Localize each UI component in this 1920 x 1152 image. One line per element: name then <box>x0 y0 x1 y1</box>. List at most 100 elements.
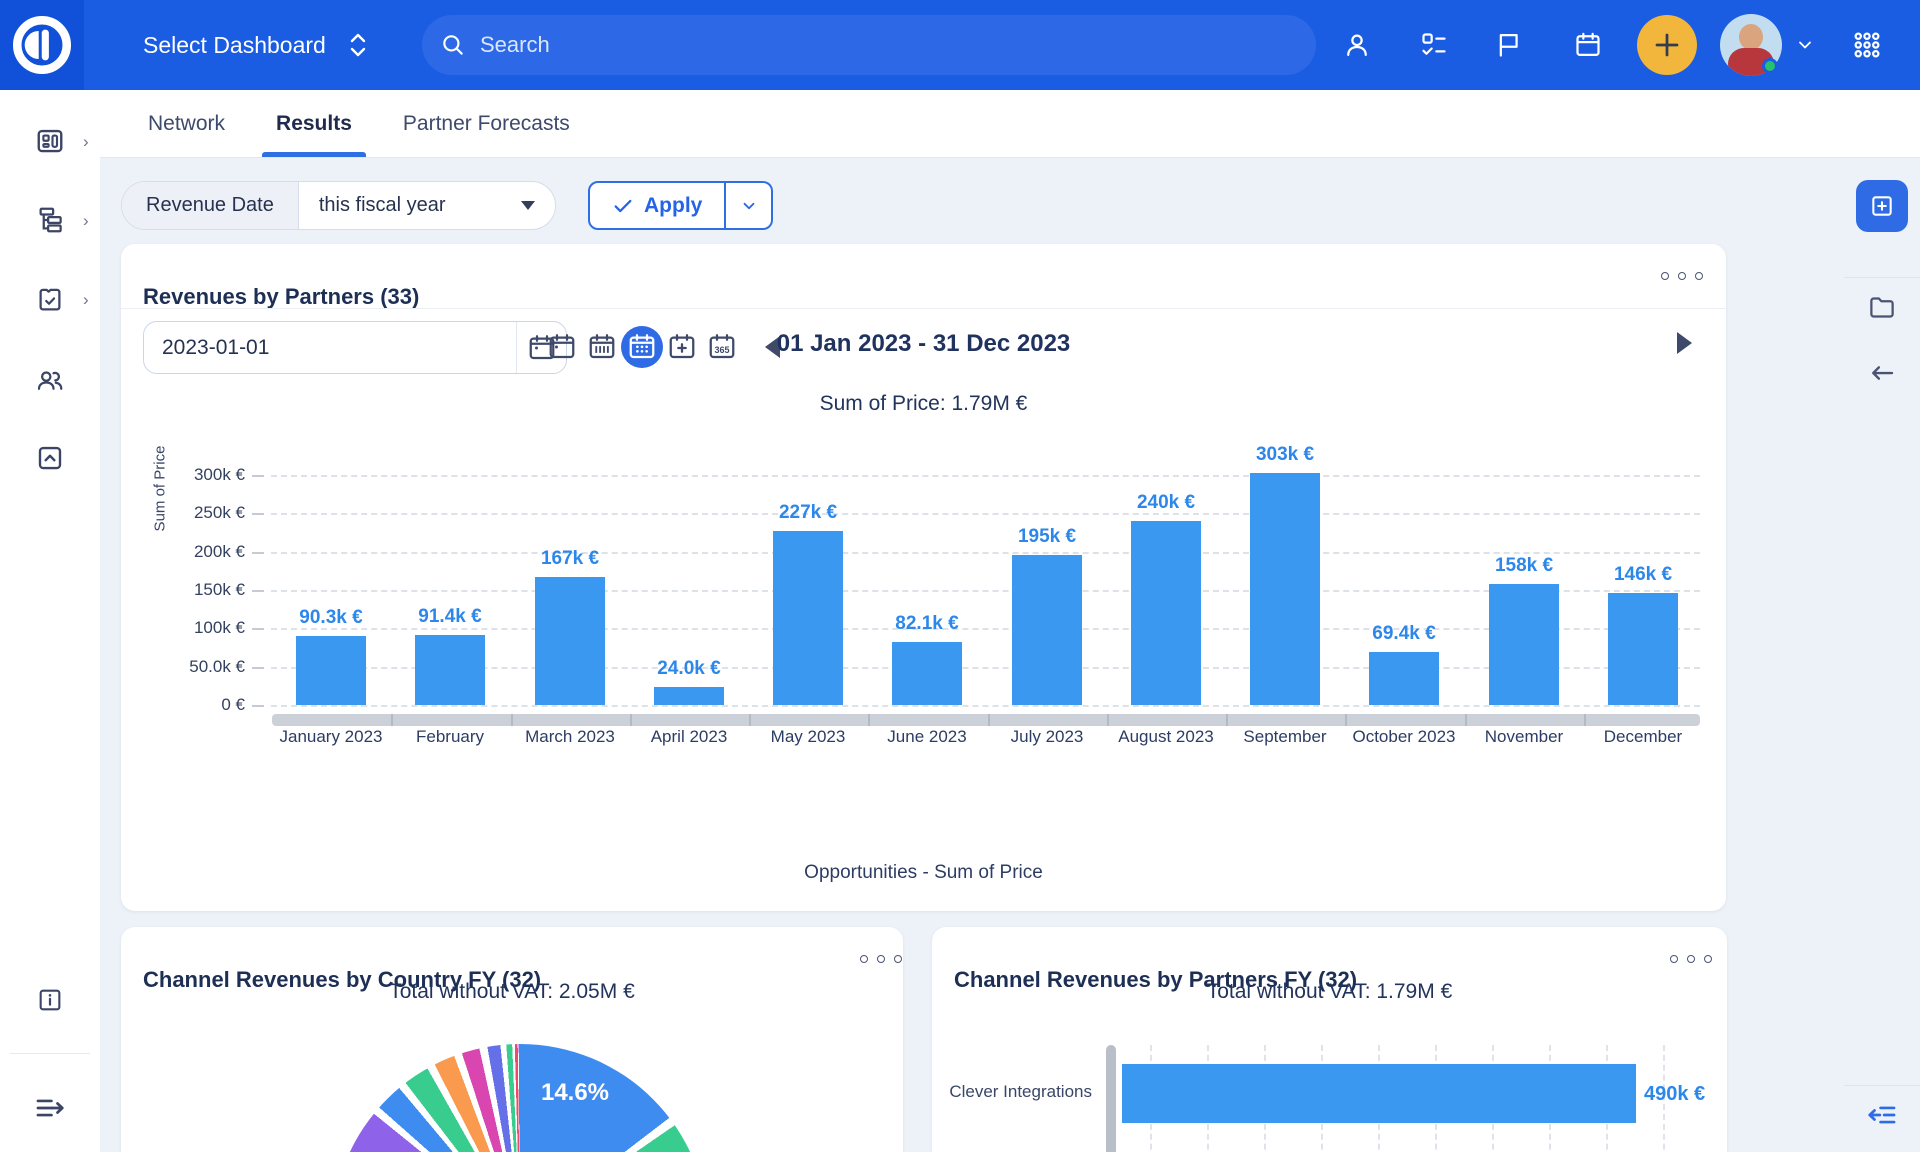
dashboard-selector[interactable]: Select Dashboard <box>143 0 368 90</box>
y-tick <box>252 590 264 592</box>
chevron-right-icon[interactable]: › <box>83 290 89 310</box>
y-tick <box>252 705 264 707</box>
bar-value-label: 82.1k € <box>857 613 997 635</box>
y-axis-title: Sum of Price <box>152 419 169 559</box>
gridline <box>271 667 1700 669</box>
sidebar-item-exports[interactable] <box>0 443 100 473</box>
app-logo[interactable] <box>0 0 84 90</box>
y-tick-label: 150k € <box>121 580 245 600</box>
chart-bar[interactable] <box>773 531 843 705</box>
apply-options-button[interactable] <box>726 181 773 230</box>
sidebar-item-partners[interactable] <box>0 365 100 395</box>
y-tick-label: 250k € <box>121 503 245 523</box>
y-tick-label: 300k € <box>121 465 245 485</box>
card-title: Revenues by Partners (33) <box>143 284 419 310</box>
y-tick-label: 0 € <box>121 695 245 715</box>
right-rail-divider <box>1844 277 1920 278</box>
chart-bar[interactable] <box>1012 555 1082 705</box>
bar-value-label: 24.0k € <box>619 658 759 680</box>
flags-button[interactable] <box>1489 25 1529 65</box>
add-widget-button[interactable] <box>1856 180 1908 232</box>
chart-footer-label: Opportunities - Sum of Price <box>121 862 1726 884</box>
chart-bar[interactable] <box>535 577 605 705</box>
contacts-button[interactable] <box>1337 25 1377 65</box>
x-axis-strip-divider <box>988 714 990 726</box>
x-tick-label: January 2023 <box>266 727 396 747</box>
collapse-panel-button[interactable] <box>1862 1095 1902 1135</box>
tasks-button[interactable] <box>1414 25 1454 65</box>
expand-sidebar-button[interactable] <box>0 1090 100 1126</box>
search-icon <box>440 32 466 58</box>
right-rail-divider <box>1844 1085 1920 1086</box>
chart-bar[interactable] <box>1608 593 1678 705</box>
hbar-category-label: Clever Integrations <box>932 1082 1092 1102</box>
card-menu-button[interactable] <box>1670 955 1712 963</box>
dashboard-folder-button[interactable] <box>1862 287 1902 327</box>
chevron-right-icon[interactable]: › <box>83 132 89 152</box>
chart-bar[interactable] <box>1489 584 1559 705</box>
chart-bar[interactable] <box>1250 473 1320 705</box>
chevron-right-icon[interactable]: › <box>83 211 89 231</box>
sidebar-item-info[interactable] <box>0 985 100 1015</box>
tab-network[interactable]: Network <box>142 90 231 157</box>
tab-partner-forecasts[interactable]: Partner Forecasts <box>397 90 576 157</box>
arrow-left-icon <box>1867 358 1897 388</box>
quick-add-button[interactable] <box>1637 15 1697 75</box>
chart-bar[interactable] <box>296 636 366 705</box>
chart-bar[interactable] <box>1369 652 1439 705</box>
y-tick <box>252 513 264 515</box>
card-header-divider <box>121 308 1726 309</box>
hbar-clever-integrations[interactable] <box>1122 1064 1636 1123</box>
x-tick-label: July 2023 <box>982 727 1112 747</box>
card-menu-button[interactable] <box>1661 272 1703 280</box>
channel-revenues-by-partners-card: Channel Revenues by Partners FY (32) Tot… <box>932 927 1727 1152</box>
back-button[interactable] <box>1862 353 1902 393</box>
x-axis-strip-divider <box>511 714 513 726</box>
pie-slice-label: 14.6% <box>515 1079 635 1107</box>
x-tick-label: March 2023 <box>505 727 635 747</box>
plus-square-icon <box>1869 193 1895 219</box>
x-axis-strip[interactable] <box>272 714 1700 726</box>
x-tick-label: June 2023 <box>862 727 992 747</box>
tab-results[interactable]: Results <box>270 90 358 157</box>
apply-button[interactable]: Apply <box>588 181 726 230</box>
search-input[interactable] <box>478 31 1316 59</box>
gridline <box>271 705 1700 707</box>
x-tick-label: May 2023 <box>743 727 873 747</box>
gridline <box>271 513 1700 515</box>
revenues-by-partners-card: Revenues by Partners (33) 2023-01-01 <box>121 244 1726 911</box>
filter-value-select[interactable]: this fiscal year <box>299 182 555 229</box>
plus-icon <box>1652 30 1682 60</box>
x-axis-strip-divider <box>749 714 751 726</box>
y-tick <box>252 552 264 554</box>
chart-scrollbar-thumb[interactable] <box>1106 1045 1116 1152</box>
flag-icon <box>1495 31 1523 59</box>
calendar-button[interactable] <box>1568 25 1608 65</box>
chart-bar[interactable] <box>892 642 962 705</box>
box-chevron-up-icon <box>35 443 65 473</box>
topbar: Select Dashboard <box>0 0 1920 90</box>
filter-field-label[interactable]: Revenue Date <box>122 182 299 229</box>
chart-bar[interactable] <box>415 635 485 705</box>
y-tick <box>252 475 264 477</box>
x-axis-strip-divider <box>1226 714 1228 726</box>
bar-value-label: 167k € <box>500 548 640 570</box>
x-axis-strip-divider <box>1345 714 1347 726</box>
dashboard-icon <box>35 126 65 156</box>
apps-grid-button[interactable] <box>1847 25 1887 65</box>
card-menu-button[interactable] <box>860 955 902 963</box>
y-tick-label: 200k € <box>121 542 245 562</box>
pie-total-label: Total without VAT: 2.05M € <box>121 980 903 1004</box>
chart-bar[interactable] <box>654 687 724 705</box>
bar-value-label: 69.4k € <box>1334 623 1474 645</box>
task-list-icon <box>1420 31 1448 59</box>
person-icon <box>1343 31 1371 59</box>
gridline <box>271 552 1700 554</box>
x-axis-strip-divider <box>868 714 870 726</box>
search-bar[interactable] <box>422 15 1316 75</box>
check-icon <box>612 195 634 217</box>
page-tabs: Network Results Partner Forecasts <box>100 90 1920 158</box>
profile-menu-chevron[interactable] <box>1788 25 1822 65</box>
chart-bar[interactable] <box>1131 521 1201 705</box>
caret-down-icon <box>521 201 535 210</box>
